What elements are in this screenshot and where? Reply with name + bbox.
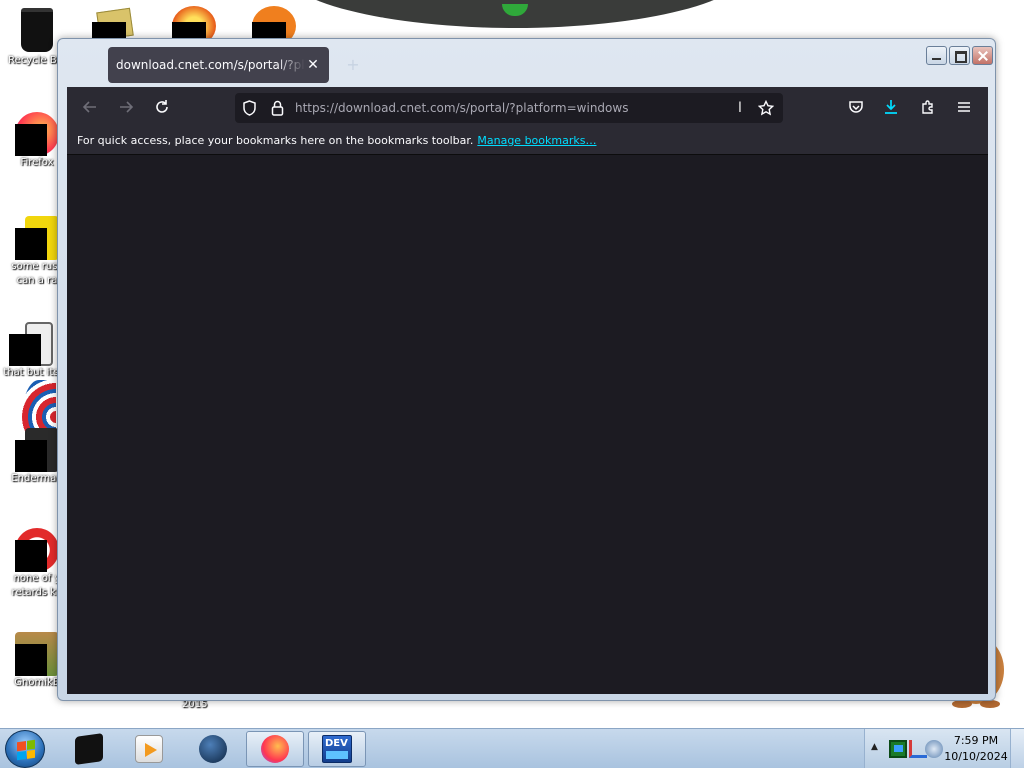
- pocket-button[interactable]: [841, 93, 871, 121]
- address-bar[interactable]: I: [235, 93, 783, 123]
- forward-arrow-icon: [120, 101, 134, 113]
- manage-bookmarks-link[interactable]: Manage bookmarks…: [477, 134, 596, 147]
- back-button[interactable]: [75, 93, 105, 121]
- url-input[interactable]: [291, 93, 731, 123]
- volume-icon[interactable]: [925, 740, 943, 758]
- taskbar-terminal[interactable]: [60, 731, 118, 767]
- download-icon: [885, 100, 897, 114]
- reload-icon: [156, 100, 168, 113]
- show-desktop-button[interactable]: [1010, 729, 1024, 768]
- taskbar-globe[interactable]: [184, 731, 242, 767]
- media-icon: [15, 528, 59, 572]
- hamburger-menu-icon: [958, 102, 970, 112]
- pocket-icon: [849, 101, 863, 113]
- system-tray: ▲ 7:59 PM 10/10/2024: [864, 729, 1024, 768]
- clock[interactable]: 7:59 PM 10/10/2024: [943, 733, 1009, 765]
- lock-icon[interactable]: [263, 100, 291, 116]
- browser-window: download.cnet.com/s/portal/?platform=win…: [57, 38, 996, 701]
- navigation-toolbar: I: [67, 87, 988, 127]
- browser-tab[interactable]: download.cnet.com/s/portal/?platform=win…: [108, 47, 329, 83]
- clock-time: 7:59 PM: [953, 734, 999, 747]
- clock-date: 10/10/2024: [944, 750, 1008, 763]
- show-hidden-icons-icon[interactable]: ▲: [871, 742, 878, 752]
- desktop-icon-that-but[interactable]: that but its: [0, 322, 62, 454]
- downloads-button[interactable]: [876, 93, 906, 121]
- back-arrow-icon: [82, 101, 96, 113]
- taskbar-firefox[interactable]: [246, 731, 304, 767]
- tray-app-icon[interactable]: [889, 740, 907, 758]
- firefox-icon: [15, 112, 59, 156]
- image-icon: [9, 322, 53, 366]
- tab-close-icon[interactable]: ✕: [305, 57, 321, 73]
- taskbar-media-player[interactable]: [120, 731, 178, 767]
- maximize-button[interactable]: [949, 46, 970, 65]
- browser-viewport: I For quick access, place your bookmarks…: [67, 87, 988, 694]
- dev-cpp-label: DEV: [325, 738, 348, 749]
- recycle-bin-icon: [17, 6, 57, 54]
- dev-cpp-icon: DEV: [322, 735, 352, 763]
- taskbar-dev-cpp[interactable]: DEV: [308, 731, 366, 767]
- gnome-image-icon: [15, 632, 59, 676]
- taskbar: DEV ▲ 7:59 PM 10/10/2024: [0, 728, 1024, 768]
- page-content: [67, 156, 988, 694]
- extensions-button[interactable]: [913, 93, 943, 121]
- reload-button[interactable]: [147, 93, 177, 121]
- document-icon: [15, 216, 59, 260]
- minimize-button[interactable]: [926, 46, 947, 65]
- desktop-icon-label: that but its: [3, 367, 59, 378]
- close-window-button[interactable]: [972, 46, 993, 65]
- gadget-indicator: [502, 4, 528, 16]
- window-controls: [926, 46, 993, 65]
- firefox-icon: [261, 735, 289, 763]
- text-file-icon: [15, 428, 59, 472]
- forward-button[interactable]: [111, 93, 141, 121]
- new-tab-button[interactable]: +: [344, 55, 362, 75]
- tab-title: download.cnet.com/s/portal/?platform=win…: [116, 58, 305, 72]
- tracking-protection-shield-icon[interactable]: [235, 100, 263, 116]
- globe-icon: [199, 735, 227, 763]
- desktop-gadget: [280, 0, 750, 28]
- puzzle-icon: [922, 100, 933, 114]
- media-player-icon: [135, 735, 163, 763]
- bookmarks-toolbar: For quick access, place your bookmarks h…: [67, 127, 988, 155]
- windows-logo-icon: [17, 739, 35, 761]
- bookmark-star-icon[interactable]: [749, 100, 783, 116]
- terminal-icon: [75, 733, 103, 765]
- bookmarks-hint-text: For quick access, place your bookmarks h…: [77, 134, 474, 147]
- menu-button[interactable]: [949, 93, 979, 121]
- text-cursor-icon: I: [737, 100, 743, 116]
- start-button[interactable]: [5, 730, 45, 768]
